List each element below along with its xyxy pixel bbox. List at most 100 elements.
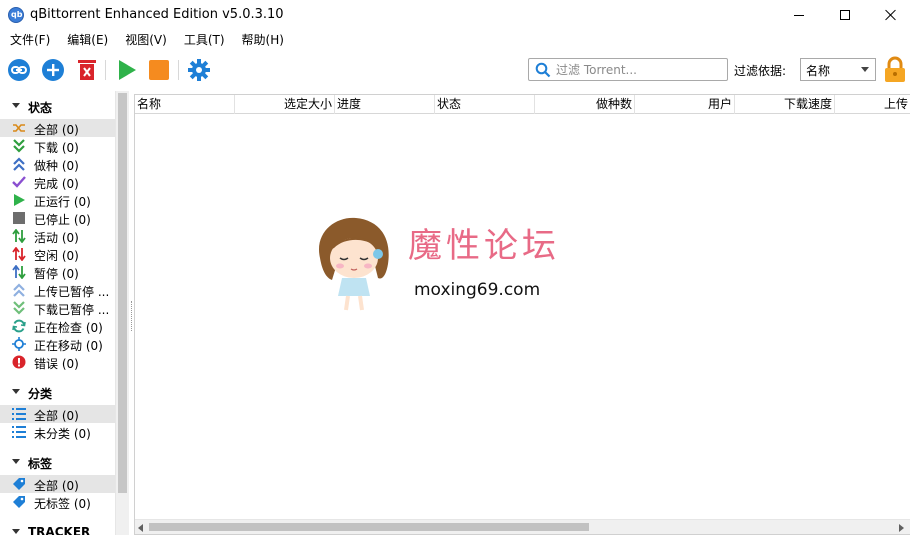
filter-by-select[interactable]: 名称: [800, 58, 876, 81]
menu-help[interactable]: 帮助(H): [232, 30, 291, 50]
column-selected-size[interactable]: 选定大小: [235, 95, 335, 114]
column-upload-speed[interactable]: 上传: [835, 95, 910, 114]
status-item-downloading[interactable]: 下载 (0): [0, 137, 115, 155]
list-icon: [12, 408, 26, 420]
watermark-url: moxing69.com: [414, 280, 541, 300]
close-button[interactable]: [868, 0, 910, 30]
status-item-seeding[interactable]: 做种 (0): [0, 155, 115, 173]
start-icon: [119, 60, 136, 80]
status-item-completed[interactable]: 完成 (0): [0, 173, 115, 191]
stop-icon: [149, 60, 169, 80]
status-item-checking[interactable]: 正在检查 (0): [0, 317, 115, 335]
download-icon: [13, 139, 25, 153]
tag-icon: [13, 478, 25, 490]
active-icon: [12, 229, 26, 243]
sidebar-scrollbar-thumb[interactable]: [118, 93, 127, 493]
tag-item-untagged[interactable]: 无标签 (0): [0, 493, 115, 511]
moving-icon: [12, 337, 26, 351]
filter-sidebar: 状态 全部 (0) 下载 (0) 做种 (0) 完成 (0) 正运行 (0) 已…: [0, 91, 130, 535]
sidebar-scrollbar[interactable]: [115, 91, 129, 535]
toolbar-separator: [178, 60, 179, 80]
scroll-left-icon[interactable]: [138, 524, 143, 532]
qbittorrent-window: qBittorrent Enhanced Edition v5.0.3.10 文…: [0, 0, 910, 535]
table-horizontal-scrollbar[interactable]: [135, 519, 910, 534]
menu-view[interactable]: 视图(V): [115, 30, 174, 50]
gear-icon: [188, 59, 210, 81]
lock-icon: [885, 56, 905, 82]
shuffle-icon: [13, 124, 25, 132]
list-icon: [12, 426, 26, 438]
menu-bar: 文件(F) 编辑(E) 视图(V) 工具(T) 帮助(H): [0, 30, 910, 50]
collapse-triangle-icon: [12, 389, 20, 394]
search-icon: [535, 62, 551, 78]
status-item-moving[interactable]: 正在移动 (0): [0, 335, 115, 353]
minimize-button[interactable]: [776, 0, 822, 30]
download-stalled-icon: [13, 301, 25, 315]
status-item-stopped[interactable]: 已停止 (0): [0, 209, 115, 227]
seeding-icon: [13, 157, 25, 171]
upload-stalled-icon: [13, 283, 25, 297]
delete-torrent-button[interactable]: [75, 58, 99, 82]
filter-by-label: 过滤依据:: [734, 64, 787, 78]
menu-edit[interactable]: 编辑(E): [57, 30, 115, 50]
start-button[interactable]: [115, 58, 139, 82]
column-name[interactable]: 名称: [135, 95, 235, 114]
status-item-active[interactable]: 活动 (0): [0, 227, 115, 245]
watermark: 魔性论坛 moxing69.com: [312, 214, 592, 314]
filter-by-value: 名称: [806, 64, 831, 78]
column-status[interactable]: 状态: [435, 95, 535, 114]
status-item-all[interactable]: 全部 (0): [0, 119, 115, 137]
maximize-icon: [840, 10, 850, 20]
error-icon: [12, 355, 26, 369]
status-item-errored[interactable]: 错误 (0): [0, 353, 115, 371]
checking-icon: [12, 319, 26, 333]
collapse-triangle-icon: [12, 529, 20, 534]
watermark-title: 魔性论坛: [408, 226, 560, 266]
mascot-girl-icon: [318, 217, 389, 311]
title-bar: qBittorrent Enhanced Edition v5.0.3.10: [0, 0, 910, 30]
maximize-button[interactable]: [822, 0, 868, 30]
status-item-inactive[interactable]: 空闲 (0): [0, 245, 115, 263]
column-progress[interactable]: 进度: [335, 95, 435, 114]
lock-button[interactable]: [883, 56, 907, 84]
menu-tools[interactable]: 工具(T): [174, 30, 232, 50]
tags-section-header[interactable]: 标签: [0, 453, 115, 471]
tag-icon: [13, 496, 25, 508]
scroll-right-icon[interactable]: [899, 524, 904, 532]
status-item-running[interactable]: 正运行 (0): [0, 191, 115, 209]
category-item-all[interactable]: 全部 (0): [0, 405, 115, 423]
add-link-button[interactable]: [7, 58, 31, 82]
add-torrent-button[interactable]: [41, 58, 65, 82]
column-seeds[interactable]: 做种数: [535, 95, 635, 114]
status-item-upload-stalled[interactable]: 上传已暂停 ...: [0, 281, 115, 299]
inactive-icon: [12, 247, 26, 261]
collapse-triangle-icon: [12, 459, 20, 464]
add-torrent-icon: [42, 59, 64, 81]
tag-item-all[interactable]: 全部 (0): [0, 475, 115, 493]
checkmark-icon: [12, 176, 26, 188]
options-button[interactable]: [187, 58, 211, 82]
toolbar-separator: [105, 60, 106, 80]
categories-section-header[interactable]: 分类: [0, 383, 115, 401]
search-box[interactable]: [528, 58, 728, 81]
horizontal-scrollbar-thumb[interactable]: [149, 523, 589, 531]
delete-torrent-icon: [78, 60, 96, 80]
column-peers[interactable]: 用户: [635, 95, 735, 114]
menu-file[interactable]: 文件(F): [0, 30, 57, 50]
category-item-uncategorized[interactable]: 未分类 (0): [0, 423, 115, 441]
status-section-header[interactable]: 状态: [0, 97, 115, 115]
torrent-list[interactable]: 名称 选定大小 进度 状态 做种数 用户 下载速度 上传: [134, 94, 910, 535]
column-download-speed[interactable]: 下载速度: [735, 95, 835, 114]
stop-button[interactable]: [147, 58, 171, 82]
stopped-icon: [13, 212, 25, 224]
window-title: qBittorrent Enhanced Edition v5.0.3.10: [30, 7, 284, 22]
close-icon: [885, 9, 897, 21]
stalled-icon: [12, 265, 26, 279]
search-input[interactable]: [556, 61, 722, 78]
table-header: 名称 选定大小 进度 状态 做种数 用户 下载速度 上传: [135, 95, 910, 114]
trackers-section-header[interactable]: TRACKER: [0, 523, 115, 535]
status-item-stalled[interactable]: 暂停 (0): [0, 263, 115, 281]
splitter-grip: [131, 301, 133, 331]
status-item-download-stalled[interactable]: 下载已暂停 ...: [0, 299, 115, 317]
running-icon: [14, 194, 25, 206]
